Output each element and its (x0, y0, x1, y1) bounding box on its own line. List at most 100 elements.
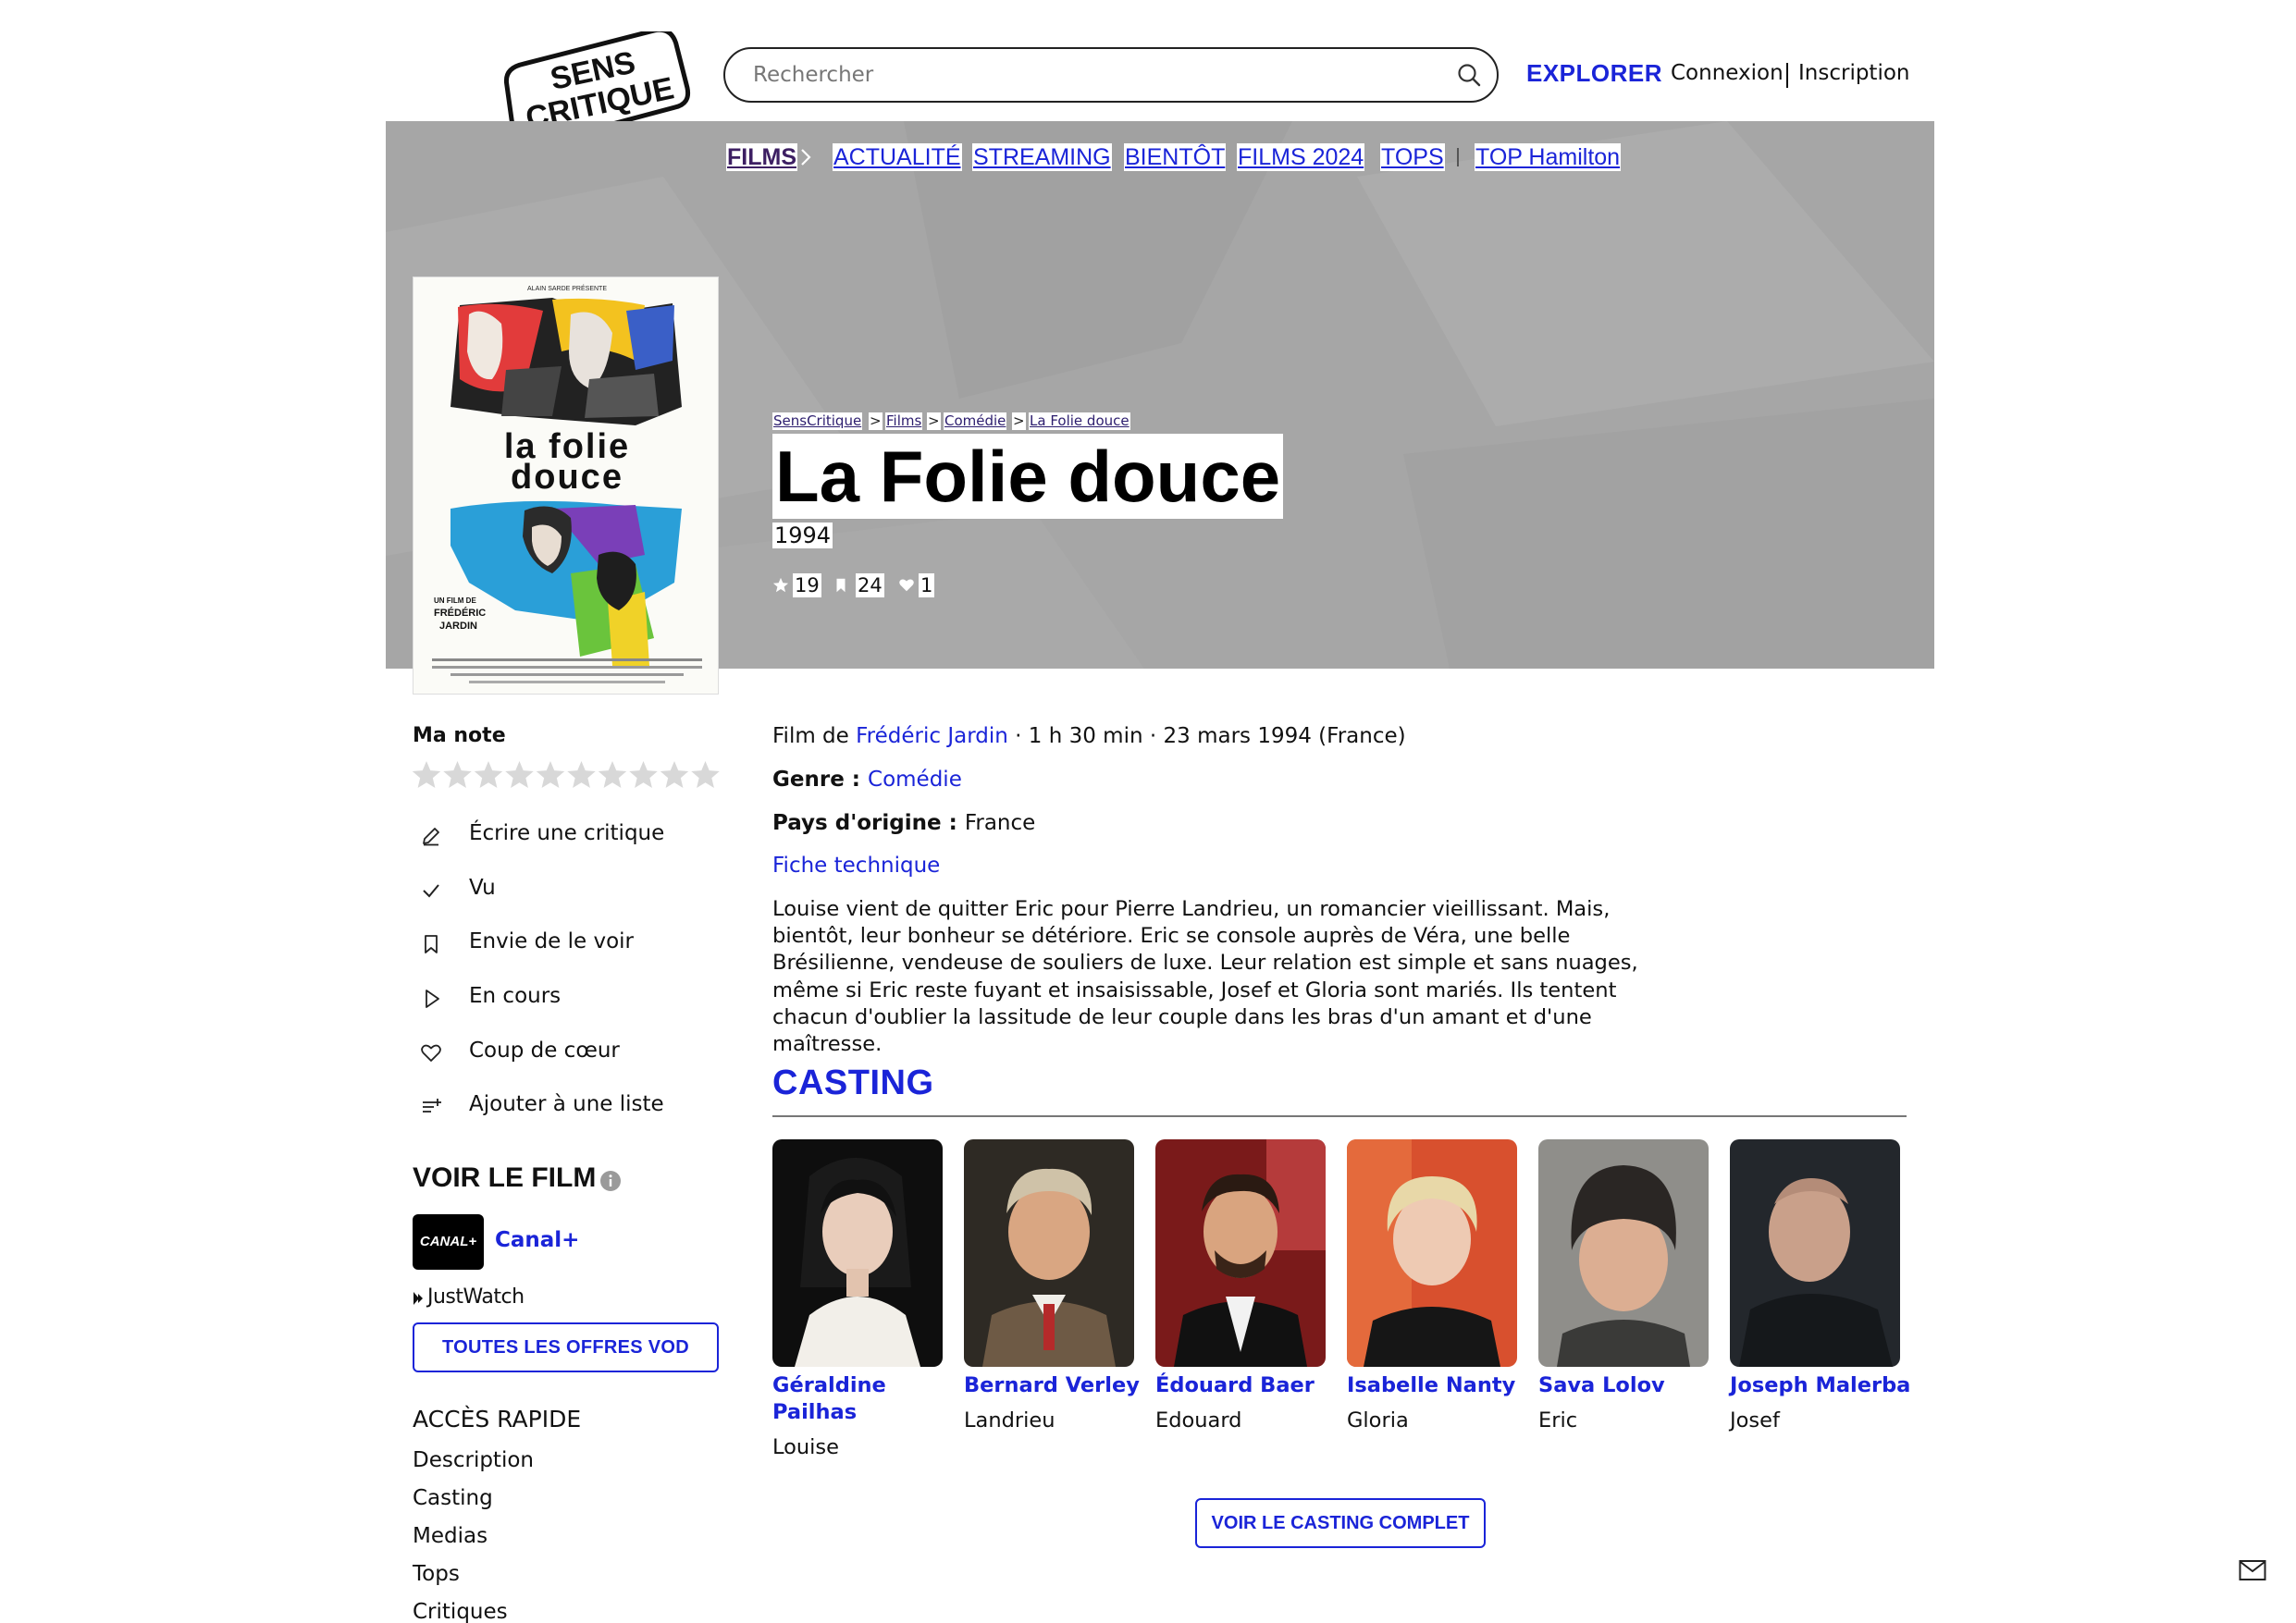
country-line: Pays d'origine : France (772, 811, 1035, 835)
genre-label: Genre : (772, 768, 869, 792)
star-icon (772, 577, 789, 593)
technical-sheet-line: Fiche technique (772, 854, 940, 878)
rating-star-icon[interactable] (598, 761, 627, 788)
actor-photo[interactable] (964, 1139, 1134, 1367)
action-label: Envie de le voir (469, 929, 635, 953)
actor-photo[interactable] (1347, 1139, 1517, 1367)
nav-streaming[interactable]: STREAMING (972, 143, 1112, 171)
breadcrumb-comedie[interactable]: Comédie (944, 412, 1007, 430)
info-icon[interactable] (599, 1170, 622, 1192)
action-label: En cours (469, 984, 562, 1008)
nav-actualite[interactable]: ACTUALITÉ (833, 143, 962, 171)
actor-photo[interactable] (1538, 1139, 1709, 1367)
casting-title: CASTING (772, 1064, 934, 1102)
rating-star-icon[interactable] (412, 761, 441, 788)
rating-star-icon[interactable] (443, 761, 472, 788)
favorites-count: 1 (919, 573, 935, 597)
justwatch-icon (414, 1292, 423, 1305)
rating-star-icon[interactable] (505, 761, 534, 788)
bookmark-icon (425, 935, 438, 953)
rating-star-icon[interactable] (691, 761, 720, 788)
rating-star-icon[interactable] (536, 761, 565, 788)
casting-divider (772, 1115, 1907, 1117)
favorite-action[interactable]: Coup de cœur (413, 1035, 718, 1072)
action-label: Coup de cœur (469, 1039, 620, 1063)
actor-photo[interactable] (1155, 1139, 1326, 1367)
explore-link[interactable]: EXPLORER (1526, 59, 1662, 88)
breadcrumb-films[interactable]: Films (885, 412, 923, 430)
synopsis: Louise vient de quitter Eric pour Pierre… (772, 897, 1638, 1057)
seen-action[interactable]: Vu (413, 872, 718, 909)
poster-title-line2: douce (511, 458, 623, 497)
country-value: France (964, 811, 1036, 835)
actor-name[interactable]: Édouard Baer (1155, 1372, 1350, 1399)
actor-name[interactable]: Isabelle Nanty (1347, 1372, 1541, 1399)
provider-link[interactable]: Canal+ (495, 1228, 579, 1252)
want-to-see-action[interactable]: Envie de le voir (413, 926, 718, 963)
director-link[interactable]: Frédéric Jardin (856, 724, 1008, 748)
actor-role: Josef (1730, 1408, 1780, 1432)
login-link[interactable]: Connexion (1671, 61, 1784, 85)
poster-credit-2: FRÉDÉRIC (434, 607, 486, 619)
rating-star-icon[interactable] (567, 761, 596, 788)
movie-year: 1994 (772, 523, 833, 548)
actor-name[interactable]: Géraldine Pailhas (772, 1372, 967, 1426)
action-label: Ajouter à une liste (469, 1092, 664, 1116)
quick-access-title: ACCÈS RAPIDE (413, 1406, 582, 1432)
actor-name[interactable]: Bernard Verley (964, 1372, 1158, 1399)
movie-meta-line: Film de Frédéric Jardin · 1 h 30 min · 2… (772, 724, 1406, 748)
actor-name[interactable]: Sava Lolov (1538, 1372, 1733, 1399)
quick-link-medias[interactable]: Medias (413, 1524, 488, 1548)
rating-stars[interactable] (411, 760, 722, 792)
heart-icon (899, 579, 914, 592)
search-bar[interactable] (723, 47, 1499, 103)
genre-link[interactable]: Comédie (868, 768, 962, 792)
rating-star-icon[interactable] (629, 761, 658, 788)
canal-plus-logo[interactable]: CANAL+ (413, 1214, 484, 1270)
check-icon (423, 884, 439, 898)
write-review-action[interactable]: Écrire une critique (413, 818, 718, 855)
full-cast-button[interactable]: VOIR LE CASTING COMPLET (1195, 1498, 1486, 1548)
add-to-list-action[interactable]: Ajouter à une liste (413, 1088, 718, 1125)
nav-tops[interactable]: TOPS (1380, 143, 1445, 171)
action-label: Écrire une critique (469, 821, 665, 845)
nav-bientot[interactable]: BIENTÔT (1124, 143, 1227, 171)
nav-films-2024[interactable]: FILMS 2024 (1237, 143, 1365, 171)
actor-photo[interactable] (772, 1139, 943, 1367)
technical-sheet-link[interactable]: Fiche technique (772, 854, 940, 878)
quick-link-description[interactable]: Description (413, 1448, 534, 1472)
heart-icon (421, 1044, 441, 1062)
rating-star-icon[interactable] (660, 761, 689, 788)
actor-role: Edouard (1155, 1408, 1242, 1432)
poster-credit-1: UN FILM DE (434, 596, 476, 605)
quick-link-tops[interactable]: Tops (413, 1562, 460, 1586)
in-progress-action[interactable]: En cours (413, 980, 718, 1017)
actor-photo[interactable] (1730, 1139, 1900, 1367)
wishlist-count: 24 (856, 573, 884, 597)
movie-poster[interactable]: ALAIN SARDE PRÉSENTE la folie douce UN F… (413, 277, 719, 695)
signup-link[interactable]: Inscription (1798, 61, 1910, 85)
justwatch-label[interactable]: JustWatch (427, 1285, 525, 1309)
breadcrumb-separator: > (927, 412, 941, 430)
nav-top-hamilton[interactable]: TOP Hamilton (1475, 143, 1622, 171)
mail-icon[interactable] (2239, 1559, 2266, 1581)
poster-presenter: ALAIN SARDE PRÉSENTE (527, 284, 607, 292)
quick-link-casting[interactable]: Casting (413, 1486, 493, 1510)
quick-link-critiques[interactable]: Critiques (413, 1600, 508, 1623)
breadcrumb-current[interactable]: La Folie douce (1029, 412, 1130, 430)
movie-meta: · 1 h 30 min · 23 mars 1994 (France) (1007, 724, 1406, 748)
action-label: Vu (469, 876, 496, 900)
all-vod-offers-button[interactable]: TOUTES LES OFFRES VOD (413, 1322, 719, 1372)
search-input[interactable] (753, 49, 1419, 101)
breadcrumb-senscritique[interactable]: SensCritique (772, 412, 863, 430)
nav-films[interactable]: FILMS (726, 143, 797, 171)
play-icon (426, 990, 439, 1008)
country-label: Pays d'origine : (772, 811, 965, 835)
actor-name[interactable]: Joseph Malerba (1730, 1372, 1924, 1399)
breadcrumb-separator: > (1012, 412, 1026, 430)
director-prefix: Film de (772, 724, 857, 748)
nav-divider (1457, 148, 1459, 166)
rating-star-icon[interactable] (474, 761, 503, 788)
search-icon[interactable] (1456, 62, 1482, 88)
bookmark-icon (836, 578, 846, 593)
